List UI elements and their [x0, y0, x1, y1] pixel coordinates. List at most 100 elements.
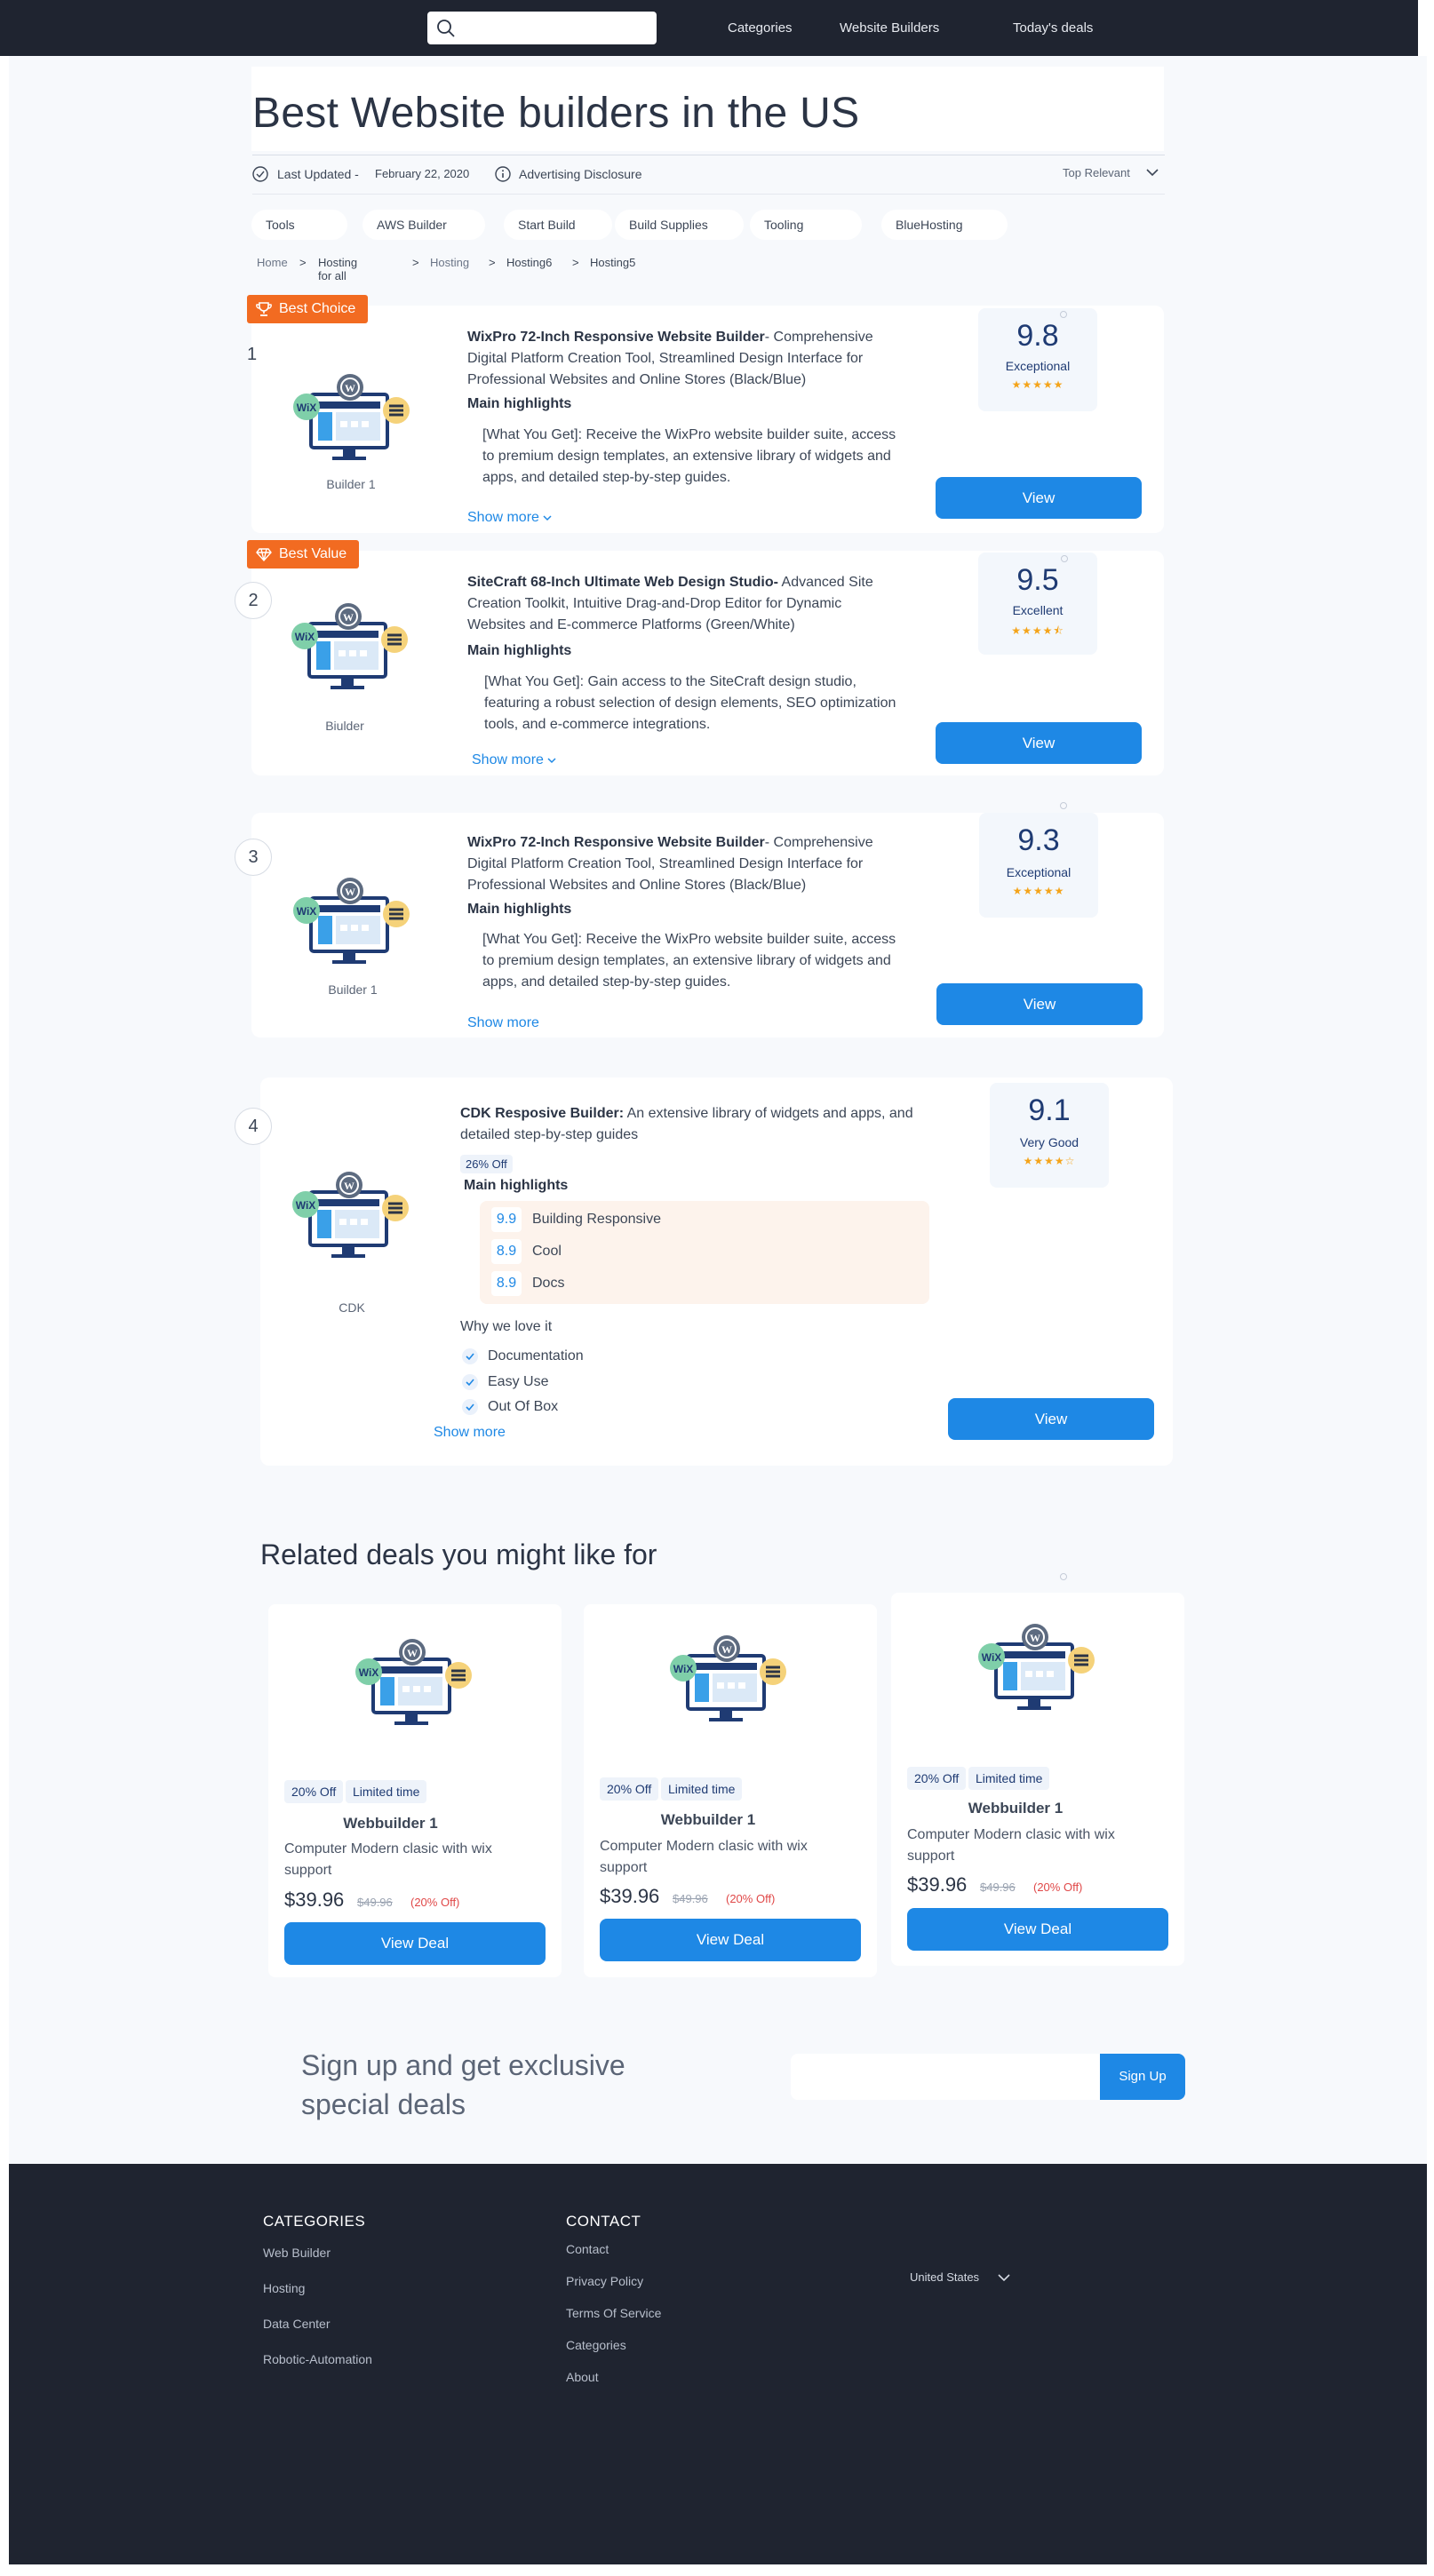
last-updated-label: Last Updated -: [277, 167, 359, 181]
view-button[interactable]: View: [936, 477, 1142, 519]
product-name[interactable]: WixPro 72-Inch Responsive Website Builde…: [467, 835, 765, 850]
footer-link[interactable]: Categories: [566, 2338, 626, 2352]
limited-time-tag: Limited time: [661, 1777, 743, 1801]
product-caption: CDK: [339, 1300, 365, 1315]
footer-link[interactable]: Privacy Policy: [566, 2274, 643, 2288]
why-item: Easy Use: [488, 1374, 549, 1389]
signup-button[interactable]: Sign Up: [1100, 2054, 1185, 2100]
discount-tag: 20% Off: [284, 1780, 344, 1803]
info-icon: [495, 166, 511, 182]
score-label: Very Good: [1019, 1135, 1079, 1149]
signup-heading-line: Sign up and get exclusive: [301, 2049, 625, 2081]
breadcrumb-hosting6[interactable]: Hosting6: [506, 256, 552, 269]
chip-tooling[interactable]: Tooling: [750, 210, 862, 240]
checkmark-icon: [462, 1348, 478, 1364]
breadcrumb-hosting-for-all[interactable]: Hosting for all: [318, 256, 357, 282]
chip-aws-builder[interactable]: AWS Builder: [362, 210, 485, 240]
info-dot: [1060, 311, 1067, 318]
related-deals-title: Related deals you might like for: [260, 1538, 657, 1570]
footer-link[interactable]: Terms Of Service: [566, 2306, 661, 2320]
star-rating: ★★★★★: [1012, 885, 1065, 897]
deal-description: Computer Modern clasic with wix support: [907, 1827, 1115, 1864]
show-more-link[interactable]: Show more: [434, 1425, 506, 1441]
main-highlights-label: Main highlights: [467, 396, 572, 411]
footer-link[interactable]: Contact: [566, 2242, 609, 2256]
score-value: 9.1: [1028, 1093, 1071, 1127]
show-more-link[interactable]: Show more: [467, 1015, 539, 1031]
advertising-disclosure-link[interactable]: Advertising Disclosure: [519, 167, 642, 181]
signup-email-input[interactable]: [791, 2054, 1100, 2100]
deal-name[interactable]: Webbuilder 1: [268, 1815, 513, 1833]
top-navbar: Categories Website Builders Today's deal…: [0, 0, 1418, 56]
rank-number: 3: [235, 839, 272, 876]
chip-tools[interactable]: Tools: [251, 210, 347, 240]
view-deal-button[interactable]: View Deal: [600, 1919, 861, 1961]
nav-link-todays-deals[interactable]: Today's deals: [1013, 20, 1093, 36]
divider: [252, 194, 1165, 195]
best-value-badge: Best Value: [247, 540, 359, 568]
sort-dropdown[interactable]: Top Relevant: [1063, 166, 1130, 179]
footer: [9, 2164, 1427, 2564]
best-choice-badge: Best Choice: [247, 295, 368, 323]
view-button[interactable]: View: [936, 722, 1142, 764]
score-value: 9.5: [1016, 563, 1059, 597]
desc-text: Digital Platform Creation Tool, Streamli…: [467, 856, 864, 893]
website-builder-illustration: [291, 1171, 410, 1260]
chevron-down-icon: [547, 758, 556, 764]
discount-tag: 20% Off: [907, 1767, 967, 1790]
product-description: CDK Resposive Builder: An extensive libr…: [460, 1103, 922, 1146]
chip-start-build[interactable]: Start Build: [504, 210, 612, 240]
check-circle-icon: [252, 166, 268, 182]
footer-link[interactable]: Web Builder: [263, 2246, 331, 2260]
info-dot: [1061, 555, 1068, 562]
search-input[interactable]: [427, 12, 657, 44]
product-name[interactable]: CDK Resposive Builder:: [460, 1106, 624, 1121]
breadcrumb-home[interactable]: Home: [257, 256, 288, 269]
deal-name[interactable]: Webbuilder 1: [891, 1800, 1140, 1817]
why-item: Documentation: [488, 1348, 584, 1364]
limited-time-tag: Limited time: [968, 1767, 1050, 1790]
deal-description: Computer Modern clasic with wix support: [600, 1839, 808, 1875]
show-more-link[interactable]: Show more: [472, 752, 556, 768]
footer-link[interactable]: Hosting: [263, 2281, 305, 2295]
chip-build-supplies[interactable]: Build Supplies: [615, 210, 744, 240]
star-rating: ★★★★☆: [1023, 1155, 1076, 1167]
deal-discount-text: (20% Off): [410, 1896, 460, 1909]
product-caption: Builder 1: [328, 982, 378, 997]
breadcrumb-hosting[interactable]: Hosting: [430, 256, 469, 269]
product-description: SiteCraft 68-Inch Ultimate Web Design St…: [467, 572, 903, 636]
deal-old-price: $49.96: [980, 1880, 1016, 1894]
footer-link[interactable]: Robotic-Automation: [263, 2352, 372, 2366]
chip-bluehosting[interactable]: BlueHosting: [881, 210, 1008, 240]
deal-price: $39.96: [907, 1873, 968, 1896]
breadcrumb-separator: >: [412, 256, 419, 269]
footer-link[interactable]: Data Center: [263, 2317, 330, 2331]
deal-name[interactable]: Webbuilder 1: [584, 1811, 833, 1829]
nav-link-categories[interactable]: Categories: [728, 20, 793, 36]
desc-text: An extensive library of widgets and apps…: [624, 1106, 886, 1121]
view-button[interactable]: View: [936, 983, 1143, 1025]
discount-tag: 26% Off: [460, 1155, 513, 1173]
country-selector[interactable]: United States: [910, 2270, 979, 2284]
footer-contact-title: CONTACT: [566, 2213, 641, 2230]
search-icon: [437, 20, 455, 37]
discount-tag: 20% Off: [600, 1777, 659, 1801]
breadcrumb-separator: >: [299, 256, 307, 269]
view-button[interactable]: View: [948, 1398, 1154, 1440]
show-more-link[interactable]: Show more: [467, 510, 552, 526]
info-dot: [1060, 1573, 1067, 1580]
product-description: WixPro 72-Inch Responsive Website Builde…: [467, 832, 903, 896]
nav-link-website-builders[interactable]: Website Builders: [840, 20, 939, 36]
signup-heading-line: special deals: [301, 2088, 466, 2120]
product-name[interactable]: SiteCraft 68-Inch Ultimate Web Design St…: [467, 575, 778, 590]
view-deal-button[interactable]: View Deal: [907, 1908, 1168, 1951]
deal-price: $39.96: [284, 1888, 345, 1911]
breadcrumb-hosting5[interactable]: Hosting5: [590, 256, 635, 269]
deal-description: Computer Modern clasic with wix support: [284, 1841, 492, 1878]
deal-card: 20% Off Limited time Webbuilder 1 Comput…: [268, 1604, 562, 1977]
desc-text: Creation Toolkit, Intuitive Drag-and-Dro…: [467, 596, 842, 632]
footer-link[interactable]: About: [566, 2370, 599, 2384]
product-name[interactable]: WixPro 72-Inch Responsive Website Builde…: [467, 330, 765, 345]
view-deal-button[interactable]: View Deal: [284, 1922, 546, 1965]
product-description: WixPro 72-Inch Responsive Website Builde…: [467, 327, 903, 391]
